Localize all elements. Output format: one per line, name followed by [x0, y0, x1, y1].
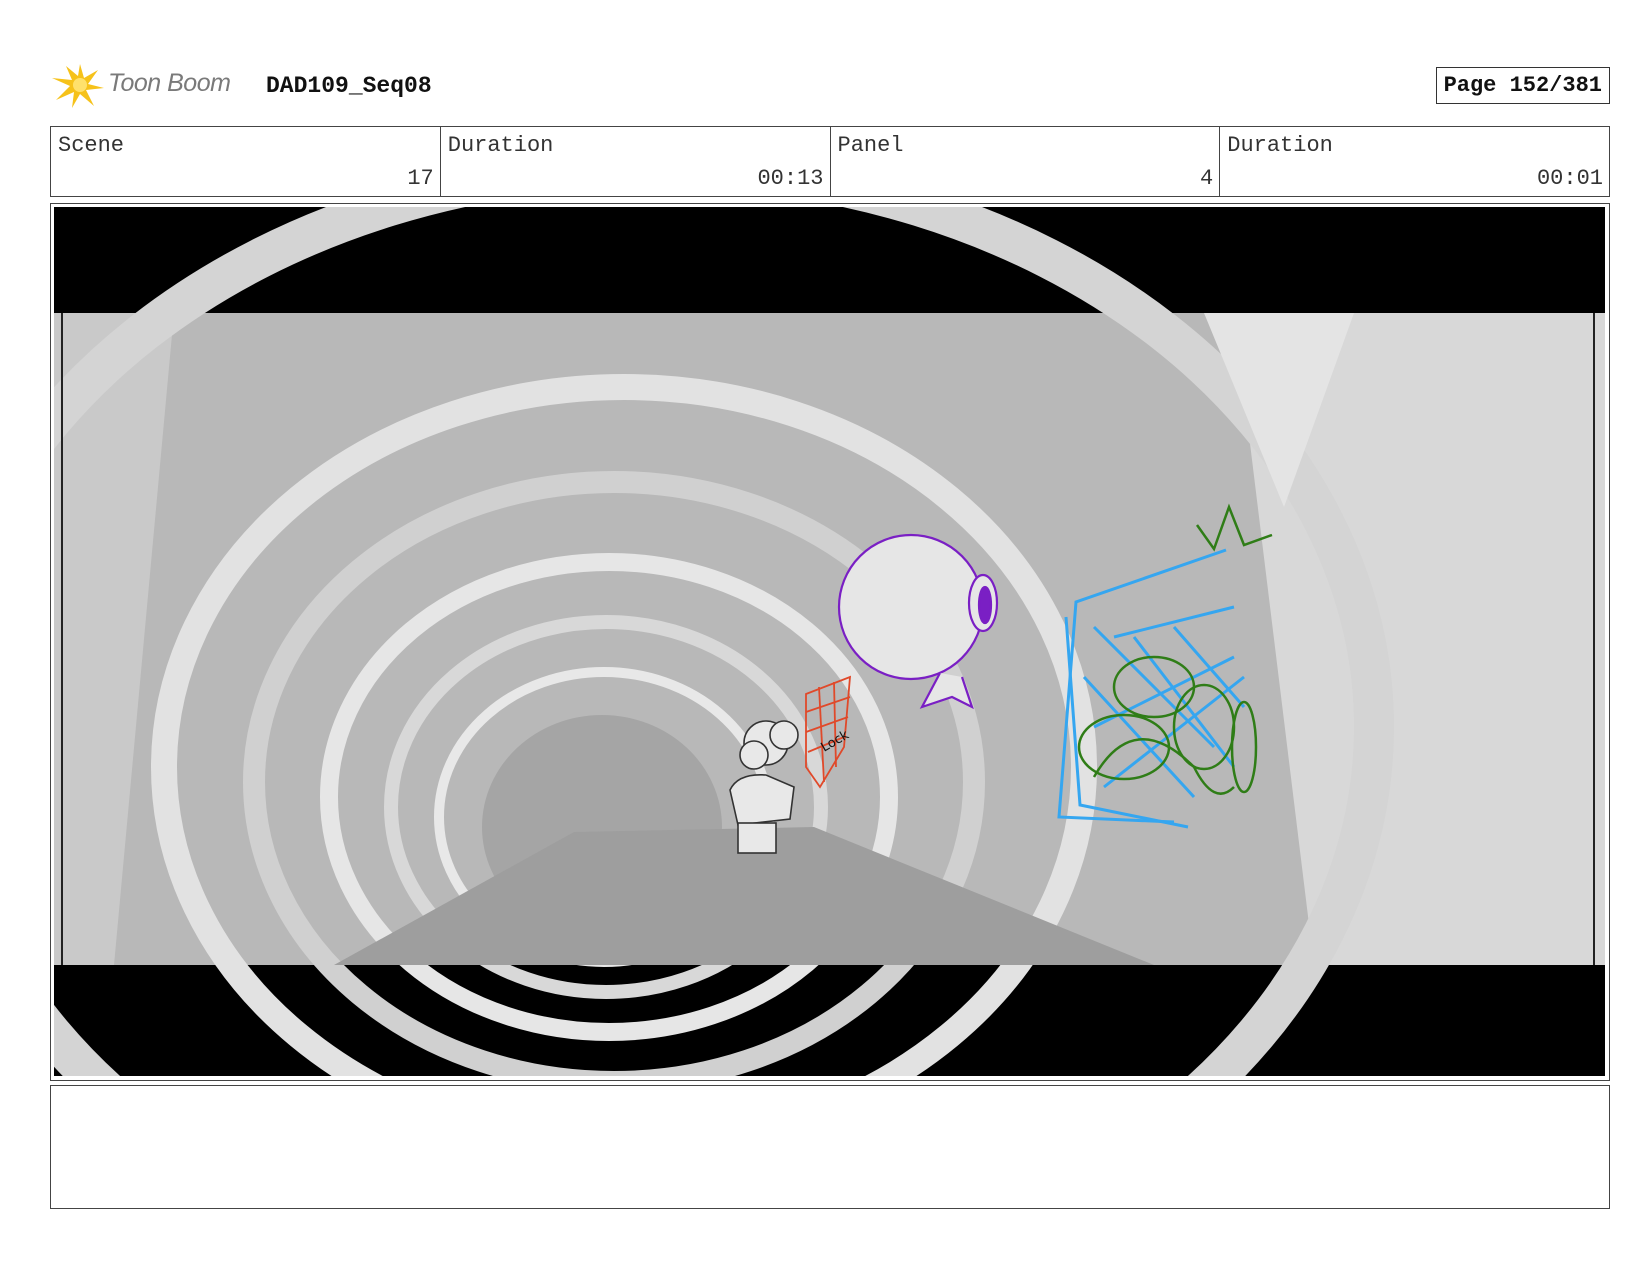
page-number: Page 152/381	[1435, 67, 1610, 104]
scene-label: Scene	[58, 133, 125, 158]
panel-duration-label: Duration	[1227, 133, 1333, 158]
panel-cell: Panel 4	[831, 127, 1221, 196]
scene-duration-label: Duration	[447, 133, 554, 158]
toon-boom-logo: Toon Boom	[50, 56, 250, 112]
scene-duration-cell: Duration 00:13	[441, 127, 831, 196]
panel-duration-cell: Duration 00:01	[1220, 127, 1609, 196]
notes-area	[50, 1085, 1610, 1209]
tunnel-background	[54, 207, 1605, 1076]
scene-value: 17	[407, 166, 434, 191]
sequence-title: DAD109_Seq08	[266, 73, 432, 99]
panel-info-table: Scene 17 Duration 00:13 Panel 4 Duration…	[50, 126, 1610, 197]
scene-cell: Scene 17	[51, 127, 441, 196]
scene-duration-value: 00:13	[757, 166, 824, 191]
panel-artwork: Lock	[54, 207, 1605, 1076]
brand-name: Toon Boom	[108, 69, 231, 97]
starburst-icon	[52, 64, 104, 108]
page-header: Toon Boom DAD109_Seq08 Page 152/381	[50, 56, 1610, 112]
panel-value: 4	[1200, 166, 1214, 191]
storyboard-panel: Lock	[50, 203, 1610, 1081]
panel-duration-value: 00:01	[1536, 166, 1603, 191]
panel-label: Panel	[837, 133, 904, 158]
